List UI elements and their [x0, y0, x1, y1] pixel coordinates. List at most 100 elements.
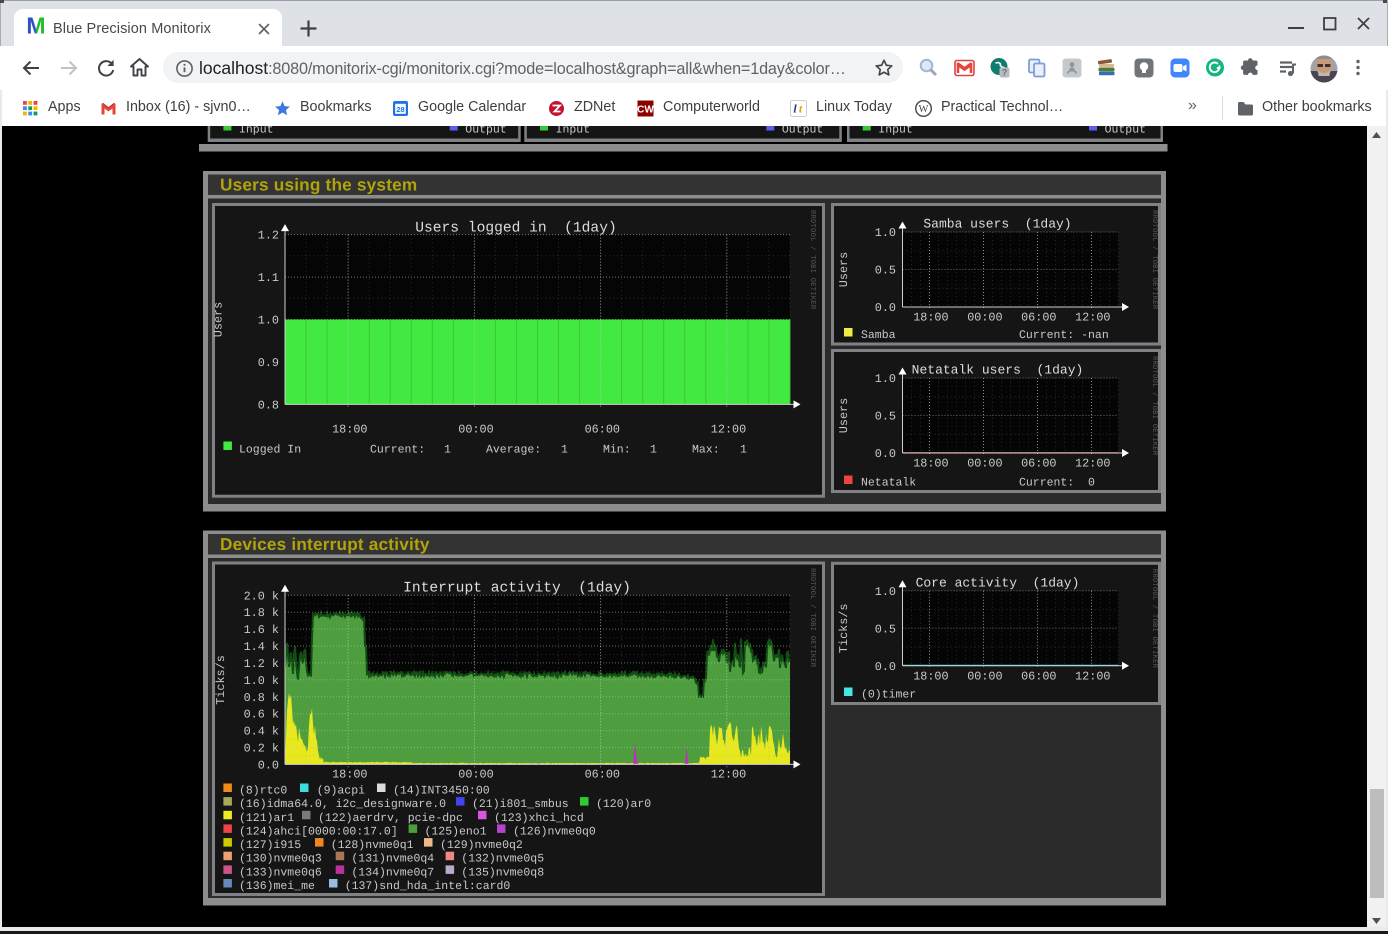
svg-text:Logged In: Logged In — [239, 444, 301, 457]
svg-text:00:00: 00:00 — [967, 669, 1002, 683]
svg-text:00:00: 00:00 — [967, 457, 1002, 471]
svg-text:Input: Input — [239, 126, 274, 137]
svg-text:Users: Users — [212, 302, 226, 337]
svg-text:M: M — [26, 16, 45, 36]
svg-text:Current: 0: Current: 0 — [1019, 477, 1095, 490]
svg-text:RRDTOOL / TOBI OETIKER: RRDTOOL / TOBI OETIKER — [808, 210, 817, 310]
svg-text:(120)ar0: (120)ar0 — [596, 798, 651, 811]
svg-text:2.0 k: 2.0 k — [244, 589, 279, 603]
svg-text:0.0: 0.0 — [875, 660, 896, 674]
svg-text:Core activity (1day): Core activity (1day) — [916, 575, 1080, 590]
svg-text:1.0 k: 1.0 k — [244, 674, 279, 688]
svg-text:00:00: 00:00 — [458, 768, 493, 782]
svg-text:12:00: 12:00 — [711, 423, 746, 437]
svg-text:06:00: 06:00 — [1021, 311, 1056, 325]
svg-text:18:00: 18:00 — [332, 423, 367, 437]
svg-text:0.2 k: 0.2 k — [244, 742, 279, 756]
svg-text:Samba: Samba — [861, 329, 896, 342]
svg-text:Min:: Min: — [603, 444, 631, 457]
svg-text:1: 1 — [444, 444, 451, 457]
svg-text:(16)idma64.0, i2c_designware.0: (16)idma64.0, i2c_designware.0 — [239, 798, 446, 811]
svg-text:Average:: Average: — [486, 444, 541, 457]
svg-text:1.2: 1.2 — [258, 229, 279, 243]
svg-text:0.5: 0.5 — [875, 410, 896, 424]
svg-text:1.2 k: 1.2 k — [244, 657, 279, 671]
svg-text:(131)nvme0q4: (131)nvme0q4 — [351, 853, 434, 866]
svg-text:RRDTOOL / TOBI OETIKER: RRDTOOL / TOBI OETIKER — [1150, 210, 1159, 310]
svg-text:(136)mei_me: (136)mei_me — [239, 880, 315, 893]
svg-text:1.0: 1.0 — [875, 226, 896, 240]
svg-text:28: 28 — [396, 105, 404, 114]
svg-text:RRDTOOL / TOBI OETIKER: RRDTOOL / TOBI OETIKER — [1150, 569, 1159, 669]
svg-text:0.5: 0.5 — [875, 622, 896, 636]
svg-text:18:00: 18:00 — [332, 768, 367, 782]
svg-text:00:00: 00:00 — [967, 311, 1002, 325]
svg-text:18:00: 18:00 — [913, 457, 948, 471]
svg-text:(134)nvme0q7: (134)nvme0q7 — [351, 866, 434, 879]
svg-text:(124)ahci[0000:00:17.0]: (124)ahci[0000:00:17.0] — [239, 825, 398, 838]
svg-text:0.5: 0.5 — [875, 264, 896, 278]
svg-text:1.0: 1.0 — [875, 372, 896, 386]
svg-text:(21)i801_smbus: (21)i801_smbus — [472, 798, 569, 811]
svg-text:(8)rtc0: (8)rtc0 — [239, 785, 287, 798]
svg-text:Input: Input — [556, 126, 591, 137]
svg-text:(135)nvme0q8: (135)nvme0q8 — [461, 866, 544, 879]
svg-text:0.9: 0.9 — [258, 356, 279, 370]
svg-text:(133)nvme0q6: (133)nvme0q6 — [239, 866, 322, 879]
svg-text:1: 1 — [650, 444, 657, 457]
svg-text:(130)nvme0q3: (130)nvme0q3 — [239, 853, 322, 866]
svg-text:1.0: 1.0 — [875, 585, 896, 599]
svg-text:Devices interrupt activity: Devices interrupt activity — [220, 534, 430, 554]
svg-text:Output: Output — [465, 126, 506, 137]
svg-text:06:00: 06:00 — [1021, 669, 1056, 683]
svg-text:?: ? — [1002, 68, 1008, 78]
svg-text:(125)eno1: (125)eno1 — [425, 825, 487, 838]
svg-text:06:00: 06:00 — [585, 423, 620, 437]
svg-text:(123)xhci_hcd: (123)xhci_hcd — [494, 812, 584, 825]
svg-text:CW: CW — [637, 105, 654, 116]
svg-text:12:00: 12:00 — [1075, 311, 1110, 325]
svg-text:12:00: 12:00 — [711, 768, 746, 782]
svg-text:1.1: 1.1 — [258, 271, 279, 285]
svg-text:0.0: 0.0 — [258, 758, 279, 772]
svg-text:18:00: 18:00 — [913, 669, 948, 683]
svg-text:Netatalk: Netatalk — [861, 477, 916, 490]
svg-text:Netatalk users (1day): Netatalk users (1day) — [912, 363, 1084, 378]
svg-text:(121)ar1: (121)ar1 — [239, 812, 294, 825]
svg-text:06:00: 06:00 — [1021, 457, 1056, 471]
svg-text:Ticks/s: Ticks/s — [837, 604, 851, 654]
svg-text:00:00: 00:00 — [458, 423, 493, 437]
svg-text:W: W — [919, 104, 929, 115]
svg-text:(0)timer: (0)timer — [861, 689, 916, 702]
svg-text:0.0: 0.0 — [875, 301, 896, 315]
svg-text:Users: Users — [837, 252, 851, 287]
svg-text:Interrupt activity (1day): Interrupt activity (1day) — [403, 581, 631, 597]
svg-text:(126)nvme0q0: (126)nvme0q0 — [513, 825, 596, 838]
svg-text:1: 1 — [561, 444, 568, 457]
svg-text:1: 1 — [740, 444, 747, 457]
svg-text:Samba users (1day): Samba users (1day) — [923, 217, 1071, 232]
svg-text:18:00: 18:00 — [913, 311, 948, 325]
svg-text:0.4 k: 0.4 k — [244, 725, 279, 739]
svg-text:Users using the system: Users using the system — [220, 175, 417, 195]
svg-text:RRDTOOL / TOBI OETIKER: RRDTOOL / TOBI OETIKER — [808, 568, 817, 668]
svg-text:(128)nvme0q1: (128)nvme0q1 — [331, 839, 414, 852]
svg-text:(137)snd_hda_intel:card0: (137)snd_hda_intel:card0 — [345, 880, 511, 893]
svg-text:RRDTOOL / TOBI OETIKER: RRDTOOL / TOBI OETIKER — [1150, 356, 1159, 456]
svg-text:Max:: Max: — [692, 444, 720, 457]
svg-text:0.0: 0.0 — [875, 447, 896, 461]
svg-text:12:00: 12:00 — [1075, 669, 1110, 683]
svg-text:Current:: Current: — [370, 444, 425, 457]
svg-text:Current: -nan: Current: -nan — [1019, 329, 1109, 342]
svg-text:(127)i915: (127)i915 — [239, 839, 301, 852]
svg-text:Input: Input — [878, 126, 913, 137]
svg-text:Users: Users — [837, 398, 851, 433]
svg-text:(9)acpi: (9)acpi — [317, 785, 365, 798]
svg-text:1.6 k: 1.6 k — [244, 623, 279, 637]
svg-text:12:00: 12:00 — [1075, 457, 1110, 471]
svg-text:06:00: 06:00 — [585, 768, 620, 782]
svg-text:1.4 k: 1.4 k — [244, 640, 279, 654]
svg-text:Output: Output — [782, 126, 823, 137]
svg-text:0.8 k: 0.8 k — [244, 691, 279, 705]
svg-text:0.6 k: 0.6 k — [244, 708, 279, 722]
